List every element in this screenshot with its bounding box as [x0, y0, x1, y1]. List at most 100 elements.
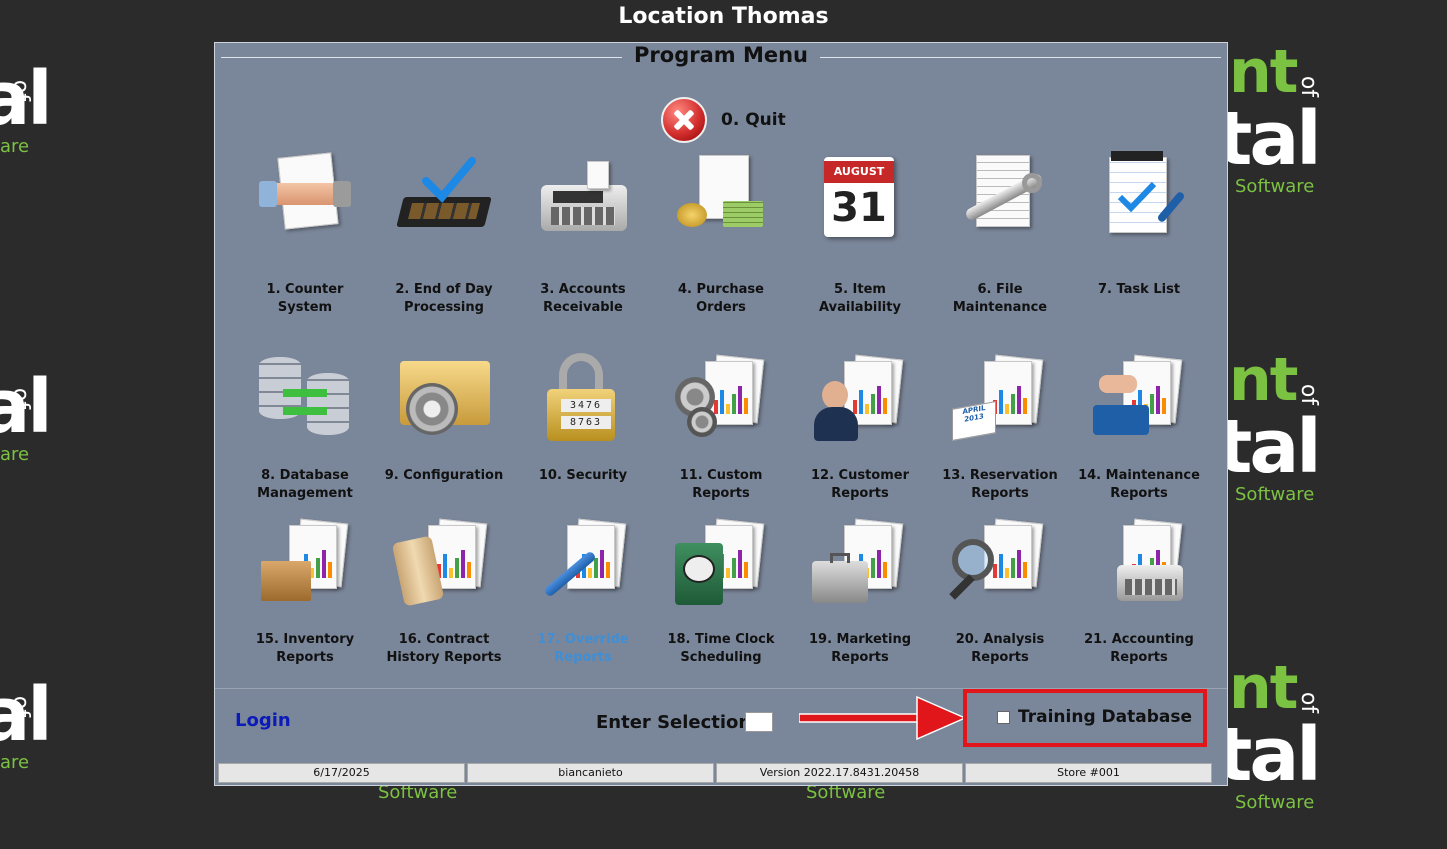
icon-part: [738, 386, 742, 414]
calendar-icon: AUGUST 31: [808, 151, 912, 255]
menu-item-label: 10. Security: [538, 468, 628, 483]
menu-item-label: 21. Accounting Reports: [1084, 632, 1194, 665]
menu-item-15[interactable]: 15. Inventory Reports: [235, 513, 375, 667]
icon-part: [1011, 394, 1015, 414]
icon-part: [283, 407, 327, 415]
window-title: Location Thomas: [618, 4, 829, 29]
menu-item-17[interactable]: 17. Override Reports: [513, 513, 653, 667]
toolbox-report-icon: [1087, 349, 1191, 453]
menu-item-1[interactable]: 1. Counter System: [235, 151, 375, 317]
icon-part: [422, 157, 476, 203]
icon-part: [333, 181, 351, 207]
menu-item-6[interactable]: 6. File Maintenance: [930, 151, 1070, 317]
icon-part: [1005, 568, 1009, 578]
icon-part: [822, 381, 848, 409]
menu-item-label: 3. Accounts Receivable: [540, 282, 626, 315]
logo-word-fragment: tal: [1217, 712, 1322, 798]
icon-part: [283, 389, 327, 397]
quit-label: 0. Quit: [721, 110, 786, 130]
icon-part: [461, 550, 465, 578]
logo-tagline: Software: [1235, 484, 1315, 505]
icon-part: [714, 386, 748, 414]
handshake-contract-icon: [253, 151, 357, 255]
icon-part: [1099, 375, 1137, 393]
logo-of: of: [1296, 75, 1322, 98]
logo-tagline: Software: [1235, 792, 1315, 813]
icon-part: [443, 554, 447, 578]
scroll-report-icon: [391, 513, 496, 617]
briefcase-report-icon: [808, 513, 912, 617]
menu-item-19[interactable]: 19. Marketing Reports: [790, 513, 930, 667]
menu-item-20[interactable]: 20. Analysis Reports: [930, 513, 1070, 667]
icon-part: [1125, 579, 1177, 595]
training-database-label: Training Database: [1018, 707, 1193, 727]
icon-part: [467, 562, 471, 578]
menu-item-16[interactable]: 16. Contract History Reports: [374, 513, 514, 667]
menu-item-21[interactable]: 21. Accounting Reports: [1069, 513, 1209, 667]
icon-part: [406, 383, 458, 435]
menu-item-label: 12. Customer Reports: [810, 468, 909, 501]
icon-part: [865, 404, 869, 414]
checkbox-box[interactable]: [997, 710, 1010, 724]
icon-part: [328, 562, 332, 578]
icon-part: [883, 398, 887, 414]
box-report-icon: [253, 513, 357, 617]
icon-part: [1162, 398, 1166, 414]
background-logo-right-2: nt tal Software: [1217, 350, 1322, 505]
folder-gear-icon: [392, 349, 496, 453]
menu-item-5[interactable]: AUGUST 31 5. Item Availability: [790, 151, 930, 317]
icon-part: [999, 390, 1003, 414]
icon-part: [853, 386, 887, 414]
icon-part: [999, 554, 1003, 578]
menu-item-8[interactable]: 8. Database Management: [235, 349, 375, 503]
menu-item-12[interactable]: 12. Customer Reports: [790, 349, 930, 503]
background-logo-left-2: tal are: [0, 370, 53, 465]
icon-part: [853, 400, 857, 414]
gears-report-icon: [669, 349, 773, 453]
adding-machine-icon: [531, 151, 635, 255]
menu-item-7[interactable]: 7. Task List: [1069, 151, 1209, 299]
icon-part: [551, 207, 615, 225]
quit-button[interactable]: 0. Quit: [661, 97, 786, 143]
training-database-checkbox[interactable]: Training Database: [997, 707, 1192, 727]
icon-part: [723, 201, 763, 227]
icon-part: [1156, 386, 1160, 414]
menu-item-9[interactable]: 9. Configuration: [374, 349, 514, 485]
logo-of: of: [1296, 383, 1322, 406]
checklist-pen-icon: [1087, 151, 1191, 255]
enter-selection-input[interactable]: [745, 712, 773, 732]
menu-item-4[interactable]: 4. Purchase Orders: [651, 151, 791, 317]
menu-item-13[interactable]: APRIL 2013 13. Reservation Reports: [930, 349, 1070, 503]
menu-item-11[interactable]: 11. Custom Reports: [651, 349, 791, 503]
logo-word-fragment: tal: [1217, 96, 1322, 182]
time-clock-report-icon: [669, 513, 773, 617]
menu-item-2[interactable]: 2. End of Day Processing: [374, 151, 514, 317]
icon-part: [744, 562, 748, 578]
icon-part: [883, 562, 887, 578]
icon-part: [606, 562, 610, 578]
menu-item-3[interactable]: 3. Accounts Receivable: [513, 151, 653, 317]
menu-title: Program Menu: [622, 43, 820, 67]
menu-item-label: 8. Database Management: [257, 468, 353, 501]
logo-of: of: [1296, 691, 1322, 714]
icon-part: [1117, 181, 1157, 213]
database-sync-icon: [253, 349, 357, 453]
icon-part: [830, 553, 850, 563]
status-user: biancanieto: [467, 763, 714, 783]
menu-item-14[interactable]: 14. Maintenance Reports: [1069, 349, 1209, 503]
screwdriver-report-icon: [531, 513, 635, 617]
menu-item-label: 1. Counter System: [266, 282, 344, 315]
background-logo-left-3: tal are: [0, 678, 53, 773]
background-logo-right-3: nt tal Software: [1217, 658, 1322, 813]
icon-part: APRIL 2013: [952, 401, 996, 441]
menu-item-label: 14. Maintenance Reports: [1078, 468, 1200, 501]
icon-part: [877, 550, 881, 578]
icon-part: [307, 373, 349, 435]
menu-item-10[interactable]: 3476 8763 10. Security: [513, 349, 653, 485]
icon-part: [588, 568, 592, 578]
icon-part: [259, 181, 277, 207]
icon-part: [993, 564, 997, 578]
menu-item-label: 7. Task List: [1097, 282, 1181, 297]
login-link[interactable]: Login: [235, 710, 291, 731]
menu-item-18[interactable]: 18. Time Clock Scheduling: [651, 513, 791, 667]
